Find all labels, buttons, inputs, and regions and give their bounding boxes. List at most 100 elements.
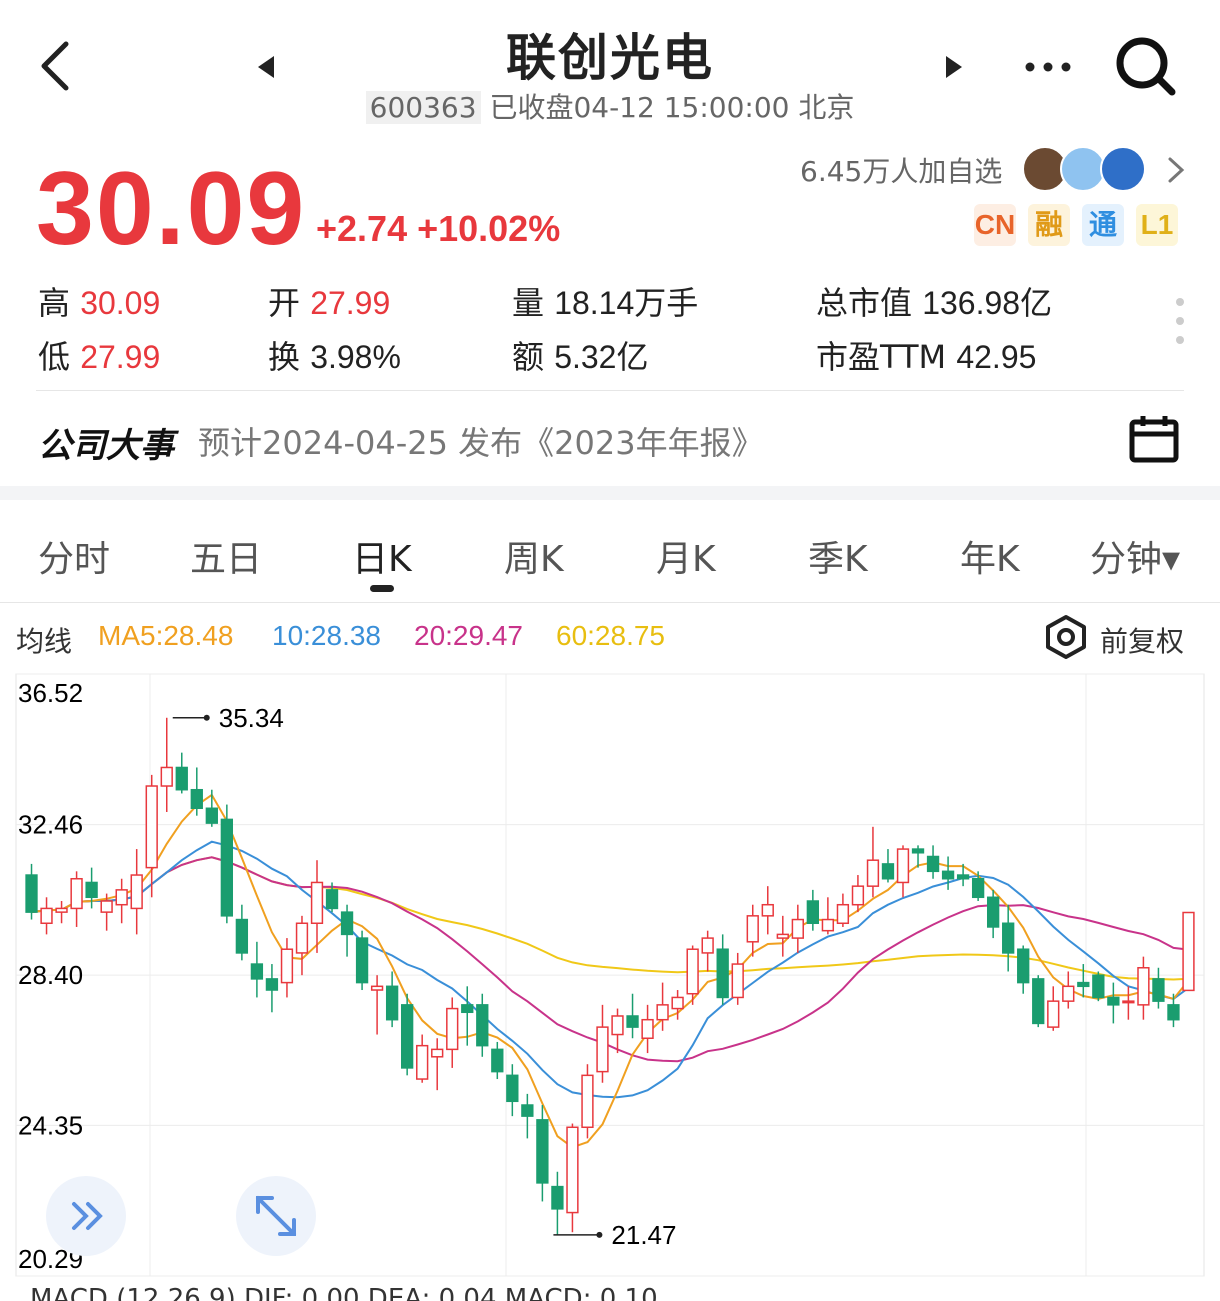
candle-body: [611, 1015, 624, 1036]
candle-body: [671, 996, 684, 1010]
candle-body: [506, 1074, 519, 1103]
fullscreen-button[interactable]: [236, 1176, 316, 1256]
candle-body: [956, 874, 970, 880]
chevron-right-icon[interactable]: [1166, 156, 1186, 184]
candle: [25, 863, 38, 920]
candle: [746, 904, 759, 957]
kline-chart[interactable]: 36.5232.4628.4024.3520.2935.3421.47: [0, 668, 1220, 1284]
candle: [506, 1064, 519, 1117]
candle-body: [1137, 967, 1150, 1006]
stat-pe: 市盈TTM 42.95: [816, 332, 1036, 378]
candle: [986, 889, 1000, 939]
candle: [551, 1171, 564, 1235]
badge-cn[interactable]: CN: [974, 204, 1016, 246]
candle-body: [1002, 922, 1015, 954]
calendar-icon[interactable]: [1128, 414, 1180, 464]
stock-code: 600363: [365, 91, 481, 124]
double-chevron-right-icon: [72, 1202, 103, 1230]
candle: [310, 860, 324, 953]
candle: [1092, 971, 1105, 1002]
watchers-count[interactable]: 6.45万人加自选: [800, 150, 1002, 190]
candle-body: [701, 937, 714, 954]
candle-body: [716, 948, 729, 999]
candle-body: [1062, 985, 1075, 1002]
candle-body: [866, 859, 880, 887]
candle-body: [1017, 948, 1030, 984]
tab-yearly-k[interactable]: 年K: [960, 530, 1020, 582]
candle-body: [1077, 981, 1090, 988]
candle-body: [325, 889, 339, 910]
y-tick-label: 32.46: [18, 810, 83, 840]
candle: [881, 849, 895, 883]
candle: [476, 993, 489, 1057]
stat-value: 5.32亿: [554, 339, 649, 375]
stat-label: 低: [38, 338, 71, 376]
candle-body: [55, 907, 68, 913]
candle-body: [566, 1126, 579, 1214]
ma5-line: [31, 793, 1190, 1149]
tab-five-day[interactable]: 五日: [190, 530, 262, 582]
stat-label: 额: [512, 338, 545, 376]
tab-weekly-k[interactable]: 周K: [504, 530, 564, 582]
candle: [115, 878, 128, 924]
stat-volume: 量 18.14万手: [512, 278, 698, 324]
candle-body: [1122, 1000, 1135, 1004]
candle: [776, 915, 789, 957]
active-tab-indicator: [370, 585, 394, 592]
stat-value: 30.09: [80, 285, 161, 321]
candle-body: [190, 788, 203, 810]
candle: [190, 767, 203, 816]
stat-value: 42.95: [956, 339, 1037, 375]
candle-body: [461, 1004, 474, 1014]
tab-minute[interactable]: 分钟▾: [1090, 530, 1180, 582]
candle: [385, 971, 399, 1028]
vertical-more-icon[interactable]: [1172, 296, 1188, 346]
tab-daily-k[interactable]: 日K: [352, 530, 412, 582]
candle: [791, 904, 804, 953]
candle-body: [521, 1104, 534, 1117]
candle-body: [1047, 1000, 1060, 1028]
stat-open: 开 27.99: [268, 278, 390, 324]
candle: [926, 845, 940, 879]
company-event-text[interactable]: 预计2024-04-25 发布《2023年年报》: [198, 418, 764, 464]
next-stock-icon[interactable]: [944, 54, 964, 80]
candle-body: [205, 807, 218, 824]
stat-market-cap: 总市值 136.98亿: [816, 278, 1052, 324]
adjust-settings-icon[interactable]: [1044, 614, 1088, 660]
candle: [1107, 982, 1120, 1024]
candle: [761, 886, 774, 935]
candle-body: [881, 863, 895, 880]
stat-value: 3.98%: [310, 339, 401, 375]
badge-level1[interactable]: L1: [1136, 204, 1178, 246]
more-icon[interactable]: [1024, 60, 1074, 74]
candle: [355, 930, 369, 991]
stat-label: 总市值: [816, 284, 913, 322]
tab-monthly-k[interactable]: 月K: [656, 530, 716, 582]
candle-body: [220, 818, 234, 917]
badge-connect[interactable]: 通: [1082, 204, 1124, 246]
badge-margin[interactable]: 融: [1028, 204, 1070, 246]
candle: [295, 915, 309, 976]
candle-body: [85, 881, 98, 899]
ma10-line: [31, 840, 1190, 1099]
high-marker-dot: [203, 714, 210, 721]
candle: [70, 871, 83, 927]
price-adjust-toggle[interactable]: 前复权: [1100, 620, 1184, 660]
expand-panel-button[interactable]: [46, 1176, 126, 1256]
moving-average-lines: [31, 793, 1190, 1149]
watcher-avatars[interactable]: [1022, 146, 1148, 192]
stat-label: 换: [268, 338, 301, 376]
candle: [40, 897, 53, 935]
candle: [446, 997, 459, 1068]
stat-value: 27.99: [310, 285, 391, 321]
search-icon[interactable]: [1114, 36, 1180, 98]
candle-body: [656, 1004, 669, 1021]
stat-turnover: 换 3.98%: [268, 332, 401, 378]
candle-body: [641, 1018, 654, 1039]
candle: [956, 863, 970, 887]
tab-intraday[interactable]: 分时: [38, 530, 110, 582]
stat-label: 高: [38, 284, 71, 322]
tab-quarterly-k[interactable]: 季K: [808, 530, 868, 582]
candle: [731, 952, 744, 1005]
candle: [340, 904, 354, 957]
